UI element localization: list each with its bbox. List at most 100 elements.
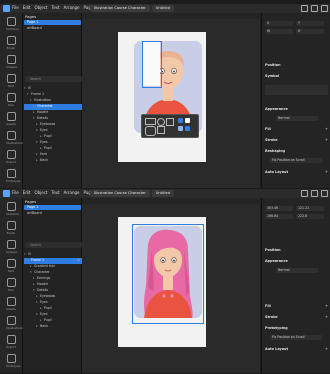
color-swatch[interactable] [185, 126, 190, 131]
x-field[interactable]: 303.46 [265, 206, 293, 211]
layer-row[interactable]: ▾ Illustration [24, 98, 85, 104]
menu-text[interactable]: Text [51, 5, 59, 10]
layer-row[interactable]: ▾ Eyes [24, 128, 91, 134]
menu-text[interactable]: Text [51, 190, 59, 195]
add-stroke-icon[interactable]: + [325, 315, 328, 320]
symbol-section[interactable]: Symbol [265, 74, 328, 79]
page-item[interactable]: artBoard [24, 211, 81, 216]
canvas[interactable] [82, 204, 260, 373]
fill-section[interactable]: Fill + [265, 304, 328, 309]
minimize-icon[interactable] [301, 5, 308, 12]
add-stroke-icon[interactable]: + [325, 138, 328, 143]
selection-box[interactable] [132, 224, 204, 324]
rail-shapes[interactable]: Shapes [6, 240, 17, 254]
eye-icon[interactable]: ◉ [77, 258, 80, 264]
rounded-shape-icon[interactable] [145, 126, 156, 136]
rail-pen[interactable]: Pen [6, 278, 16, 292]
layer-row[interactable]: ▾ Details [24, 288, 88, 294]
rail-prototype[interactable]: Prototype [6, 354, 20, 368]
add-layout-icon[interactable]: + [325, 170, 328, 175]
maximize-icon[interactable] [311, 5, 318, 12]
tab-untitled[interactable]: Untitled [151, 5, 174, 12]
layer-row[interactable]: ▸ Gradient Hair [24, 264, 85, 270]
layer-row[interactable]: ▾ Eyes [24, 312, 91, 318]
menu-object[interactable]: Object [34, 5, 47, 10]
square-shape-icon[interactable] [166, 118, 174, 126]
h-field[interactable]: 222.6 [296, 214, 324, 219]
frame-shape-icon[interactable] [157, 126, 165, 134]
layer-row[interactable]: ▾ Eyes [24, 300, 91, 306]
layer-row[interactable]: ▾ Frame 1 [24, 92, 82, 98]
rail-prototype[interactable]: Prototype [6, 169, 20, 183]
stroke-section[interactable]: Stroke + [265, 138, 328, 143]
y-field[interactable]: Y [296, 21, 324, 26]
prototyping-section[interactable]: Prototyping [265, 326, 328, 331]
layer-row[interactable]: ▾ Eyes [24, 140, 91, 146]
selection-box[interactable] [142, 41, 162, 88]
add-fill-icon[interactable]: + [325, 304, 328, 309]
rail-export[interactable]: Export [6, 335, 16, 349]
blend-mode-select[interactable]: Normal [276, 268, 318, 273]
layer-row[interactable]: ▸ Neck [24, 324, 91, 330]
menu-file[interactable]: File [12, 190, 19, 195]
tab-document[interactable]: Illustration Course Character [90, 5, 150, 12]
menu-arrange[interactable]: Arrange [64, 5, 80, 10]
menu-edit[interactable]: Edit [23, 190, 31, 195]
scroll-preset[interactable]: Fix Position on Scroll [270, 158, 322, 163]
fill-section[interactable]: Fill + [265, 127, 328, 132]
app-logo-icon[interactable] [3, 5, 10, 12]
tab-untitled[interactable]: Untitled [151, 190, 174, 197]
x-field[interactable]: X [265, 21, 293, 26]
page-item[interactable]: Page 1 [24, 20, 81, 25]
appearance-section[interactable]: Appearance [265, 259, 328, 264]
rail-pen[interactable]: Pen [6, 93, 16, 107]
layer-row[interactable]: ▸ Hoodie [24, 282, 88, 288]
auto-layout-section[interactable]: Auto Layout + [265, 347, 328, 352]
layer-row[interactable]: ▾ Character [24, 270, 85, 276]
menu-arrange[interactable]: Arrange [64, 190, 80, 195]
canvas[interactable] [82, 19, 260, 188]
shape-picker-popup[interactable] [141, 114, 199, 138]
rectangle-shape-icon[interactable] [145, 118, 156, 125]
layer-row-selected[interactable]: ▾ Frame 1 ◉ [24, 258, 82, 264]
rail-illustrations[interactable]: Illustrations [6, 131, 24, 145]
position-section[interactable]: Position [265, 63, 328, 68]
close-icon[interactable] [321, 190, 328, 197]
page-item[interactable]: Page 1 [24, 205, 81, 210]
position-section[interactable]: Position [265, 248, 328, 253]
blend-mode-select[interactable]: Normal [276, 116, 318, 121]
color-swatch[interactable] [178, 126, 183, 131]
maximize-icon[interactable] [311, 190, 318, 197]
add-layout-icon[interactable]: + [325, 347, 328, 352]
layers-search-input[interactable]: Search [25, 242, 82, 248]
menu-object[interactable]: Object [34, 190, 47, 195]
layer-row[interactable]: ▸ Eyebrows [24, 122, 91, 128]
menu-file[interactable]: File [12, 5, 19, 10]
stroke-section[interactable]: Stroke + [265, 315, 328, 320]
rail-assets[interactable]: Assets [6, 297, 16, 311]
app-logo-icon[interactable] [3, 190, 10, 197]
layer-row[interactable]: ▸ Neck [24, 158, 91, 164]
tab-document[interactable]: Illustration Course Character [90, 190, 150, 197]
rail-illustrations[interactable]: Illustrations [6, 316, 24, 330]
layer-row[interactable]: ▾ Ill [24, 252, 79, 258]
rail-brush[interactable]: Brush [6, 221, 16, 235]
symbol-preview[interactable] [265, 85, 328, 95]
y-field[interactable]: 121.22 [296, 206, 324, 211]
auto-layout-section[interactable]: Auto Layout + [265, 170, 328, 175]
layer-row[interactable]: ▾ Details [24, 116, 88, 122]
layer-row-selected[interactable]: ▸Character◉ [24, 104, 88, 110]
close-icon[interactable] [321, 5, 328, 12]
add-fill-icon[interactable]: + [325, 127, 328, 132]
rail-shapes[interactable]: Shapes [6, 55, 17, 69]
scroll-preset[interactable]: Fix Position on Scroll [270, 335, 322, 340]
reshaping-section[interactable]: Reshaping [265, 149, 328, 154]
rail-sections[interactable]: Sections [6, 202, 19, 216]
rail-export[interactable]: Export [6, 150, 16, 164]
layer-row[interactable]: ▾ Ill [24, 86, 79, 92]
page-item[interactable]: artBoard [24, 26, 81, 31]
rail-sections[interactable]: Sections [6, 17, 19, 31]
rail-text[interactable]: Text [6, 259, 16, 273]
layer-row[interactable]: ▸ Earrings [24, 276, 88, 282]
rail-text[interactable]: Text [6, 74, 16, 88]
